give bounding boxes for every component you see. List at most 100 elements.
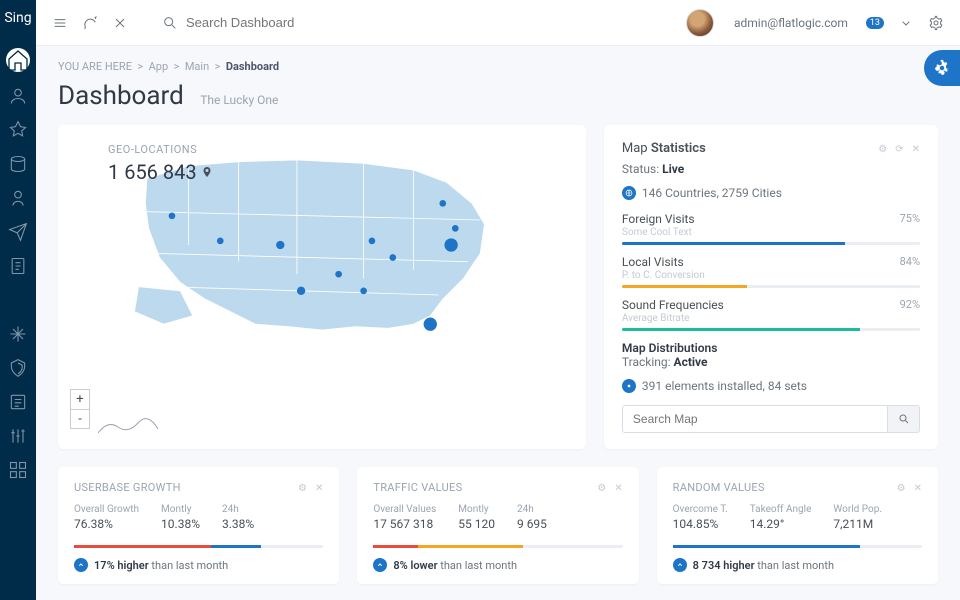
distributions-summary: 391 elements installed, 84 sets (622, 379, 920, 393)
summary-card: USERBASE GROWTH ⚙ ✕ Overall Growth 76.38% Mon… (58, 467, 339, 584)
sidebar-item-core[interactable] (8, 324, 28, 344)
summary-card: RANDOM VALUES ⚙ ✕ Overcome T. 104.85% Takeoff… (657, 467, 938, 584)
theme-settings-button[interactable] (924, 50, 960, 86)
stat-value: 14.29° (750, 517, 812, 531)
card-settings-icon[interactable]: ⚙ (897, 483, 906, 494)
stat-value: 104.85% (673, 517, 728, 531)
card-title: USERBASE GROWTH (74, 481, 181, 494)
zoom-out-button[interactable]: - (70, 409, 90, 429)
sidebar-item-ecommerce[interactable] (8, 120, 28, 140)
metric-pct: 75% (900, 212, 920, 238)
card-close-icon[interactable]: ✕ (914, 483, 922, 494)
trend-icon (373, 558, 387, 572)
breadcrumb: YOU ARE HERE > App > Main > Dashboard (58, 60, 938, 73)
status-row: Status: Live (622, 162, 920, 176)
sidebar: Sing (0, 0, 36, 600)
stat-label: Takeoff Angle (750, 504, 812, 515)
sidebar-item-charts[interactable] (8, 426, 28, 446)
gear-badge-icon (622, 379, 636, 393)
zoom-in-button[interactable]: + (70, 389, 90, 409)
main-area: admin@flatlogic.com 13 YOU ARE HERE > Ap… (36, 0, 960, 600)
sidebar-item-grid[interactable] (8, 460, 28, 480)
menu-toggle-icon[interactable] (52, 15, 68, 31)
card-close-icon[interactable]: ✕ (912, 144, 920, 155)
summary-card: TRAFFIC VALUES⚙✕Overall Values17 567 318… (357, 467, 638, 584)
avatar[interactable] (686, 9, 714, 37)
stat-label: Overall Growth (74, 504, 139, 515)
stat-value: 76.38% (74, 517, 139, 531)
countries-summary: 146 Countries, 2759 Cities (622, 186, 920, 200)
card-footer: 17% higher than last month (74, 558, 323, 572)
metric-row: Sound FrequenciesAverage Bitrate92% (622, 298, 920, 331)
card-settings-icon[interactable]: ⚙ (298, 483, 307, 494)
card-settings-icon[interactable]: ⚙ (597, 483, 606, 494)
content: YOU ARE HERE > App > Main > Dashboard Da… (36, 46, 960, 600)
progress-bar (673, 545, 922, 548)
metric-name: Local Visits (622, 255, 705, 269)
sidebar-item-email[interactable] (8, 222, 28, 242)
breadcrumb-prefix: YOU ARE HERE (58, 60, 132, 73)
close-icon[interactable] (112, 15, 128, 31)
card-settings-icon[interactable]: ⚙ (878, 144, 887, 155)
geo-map-card: GEO-LOCATIONS 1 656 843 (58, 125, 586, 449)
stat-label: Montly (161, 504, 200, 515)
metric-sub: Average Bitrate (622, 313, 724, 324)
metric-sub: P. to C. Conversion (622, 270, 705, 281)
card-close-icon[interactable]: ✕ (614, 483, 622, 494)
card-footer: 8 734 higher than last month (673, 558, 922, 572)
brand-logo: Sing (4, 10, 31, 26)
card-footer: 8% lower than last month (373, 558, 622, 572)
sidebar-item-package[interactable] (8, 154, 28, 174)
metric-pct: 92% (900, 298, 920, 324)
sidebar-item-ui[interactable] (8, 358, 28, 378)
stat-label: Montly (458, 504, 495, 515)
sidebar-item-user[interactable] (8, 188, 28, 208)
notification-badge[interactable]: 13 (866, 17, 884, 29)
trend-icon (673, 558, 687, 572)
user-email[interactable]: admin@flatlogic.com (734, 16, 848, 30)
progress-bar (622, 242, 920, 245)
metric-pct: 84% (900, 255, 920, 281)
sidebar-item-profile[interactable] (8, 86, 28, 106)
stat-label: Overcome T. (673, 504, 728, 515)
page-title: Dashboard The Lucky One (58, 81, 938, 111)
chevron-down-icon[interactable] (898, 15, 914, 31)
progress-bar (622, 328, 920, 331)
metric-sub: Some Cool Text (622, 227, 695, 238)
card-close-icon[interactable]: ✕ (315, 483, 323, 494)
pin-icon (201, 164, 213, 180)
page-subtitle: The Lucky One (200, 93, 278, 107)
card-controls: ⚙ ⟳ ✕ (878, 144, 920, 155)
globe-icon (622, 186, 636, 200)
geo-label: GEO-LOCATIONS (108, 143, 213, 156)
breadcrumb-app[interactable]: App (149, 60, 169, 73)
metric-row: Local VisitsP. to C. Conversion 84% (622, 255, 920, 288)
search-input[interactable] (186, 15, 386, 30)
search-map-input[interactable] (622, 405, 888, 433)
stats-title: Map Statistics (622, 141, 706, 156)
breadcrumb-current: Dashboard (226, 60, 279, 73)
progress-bar (622, 285, 920, 288)
refresh-icon[interactable] (82, 15, 98, 31)
search-icon[interactable] (162, 15, 178, 31)
breadcrumb-main[interactable]: Main (185, 60, 209, 73)
card-title: RANDOM VALUES (673, 481, 765, 494)
sidebar-item-forms[interactable] (8, 392, 28, 412)
metric-row: Foreign VisitsSome Cool Text 75% (622, 212, 920, 245)
metric-name: Foreign Visits (622, 212, 695, 226)
sidebar-item-dashboard[interactable] (6, 48, 30, 72)
geo-value: 1 656 843 (108, 160, 213, 184)
distributions-title: Map Distributions (622, 341, 920, 355)
tracking-row: Tracking: Active (622, 355, 920, 369)
stat-value: 7,211M (833, 517, 882, 531)
card-title: TRAFFIC VALUES (373, 481, 462, 494)
stat-label: World Pop. (833, 504, 882, 515)
stat-value: 3.38% (222, 517, 254, 531)
search-map-button[interactable] (888, 405, 920, 433)
stat-label: 24h (517, 504, 547, 515)
settings-icon[interactable] (928, 15, 944, 31)
sidebar-item-documentation[interactable] (8, 256, 28, 276)
progress-bar (373, 545, 622, 548)
card-refresh-icon[interactable]: ⟳ (895, 144, 903, 155)
map-statistics-card: Map Statistics ⚙ ⟳ ✕ Status: Live 146 (604, 125, 938, 449)
